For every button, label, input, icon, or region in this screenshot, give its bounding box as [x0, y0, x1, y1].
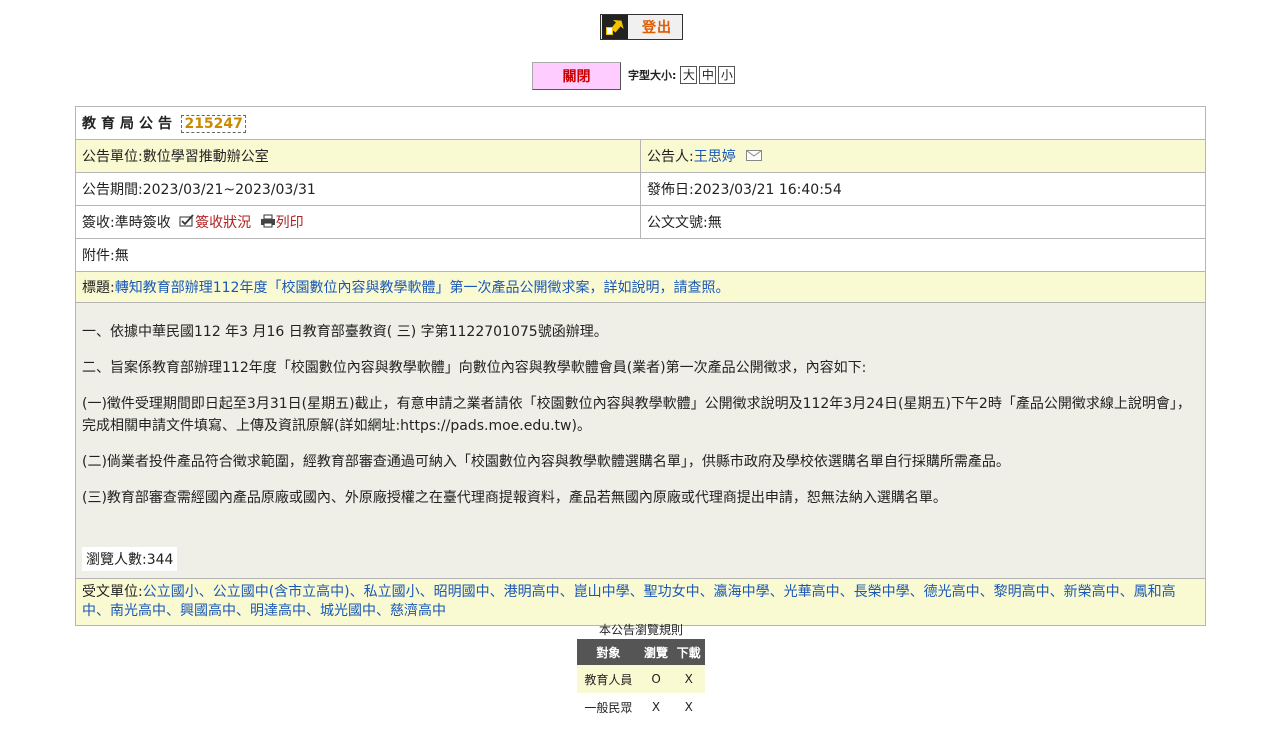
attachment-row: 附件:無	[75, 238, 1206, 272]
subject-row: 標題:轉知教育部辦理112年度「校園數位內容與教學軟體」第一次產品公開徵求案，詳…	[75, 271, 1206, 303]
doc-no-value: 無	[707, 215, 722, 231]
publisher-label: 公告人:	[647, 149, 694, 165]
body-paragraph: (一)徵件受理期間即日起至3月31日(星期五)截止，有意申請之業者請依「校園數位…	[82, 396, 1191, 434]
attachment-value: 無	[114, 248, 129, 264]
period-label: 公告期間:	[82, 182, 143, 198]
notice-caption: 教育局公告	[82, 116, 177, 132]
unit-label: 公告單位:	[82, 149, 143, 165]
doc-no-label: 公文文號:	[647, 215, 708, 231]
close-button[interactable]: 關閉	[532, 62, 621, 90]
notice-table: 教育局公告 215247 公告單位:數位學習推動辦公室 公告人:王思婷 公告期間…	[75, 106, 1206, 626]
unit-row: 公告單位:數位學習推動辦公室 公告人:王思婷	[75, 139, 1206, 173]
logout-icon	[602, 15, 628, 39]
unit-value: 數位學習推動辦公室	[142, 149, 269, 165]
body-paragraph: 二、旨案係教育部辦理112年度「校園數位內容與教學軟體」向數位內容與教學軟體會員…	[82, 360, 867, 376]
browse-rules: 本公告瀏覽規則 對象 瀏覽 下載 教育人員 O X 一般民眾 X X	[577, 621, 705, 721]
table-row: 一般民眾 X X	[577, 693, 705, 721]
body-paragraph: (二)倘業者投件產品符合徵求範圍，經教育部審查通過可納入「校園數位內容與教學軟體…	[82, 454, 1010, 470]
receipt-row: 簽收:準時簽收 簽收狀況 列印 公文文號:無	[75, 205, 1206, 239]
receipt-value: 準時簽收	[114, 215, 171, 231]
receipt-status-icon	[179, 214, 195, 232]
period-row: 公告期間:2023/03/21~2023/03/31 發佈日:2023/03/2…	[75, 172, 1206, 206]
subject-label: 標題:	[82, 280, 115, 296]
body-row: 一、依據中華民國112 年3 月16 日教育部臺教資( 三) 字第1122701…	[75, 302, 1206, 579]
printer-icon[interactable]	[260, 214, 276, 232]
logout-button[interactable]: 登出	[600, 14, 683, 40]
font-size-label: 字型大小:	[628, 69, 677, 82]
rules-cell: X	[639, 693, 673, 721]
view-count: 瀏覽人數:344	[82, 547, 178, 571]
notice-id: 215247	[181, 115, 246, 133]
rules-cell: X	[672, 665, 705, 693]
receipt-status-link[interactable]: 簽收狀況	[195, 215, 251, 231]
body-paragraph: 一、依據中華民國112 年3 月16 日教育部臺教資( 三) 字第1122701…	[82, 324, 608, 340]
browse-rules-caption: 本公告瀏覽規則	[598, 623, 683, 637]
mail-icon[interactable]	[746, 149, 763, 165]
subject-value: 轉知教育部辦理112年度「校園數位內容與教學軟體」第一次產品公開徵求案，詳如說明…	[114, 280, 730, 296]
rules-cell: 教育人員	[577, 665, 640, 693]
font-size-medium-button[interactable]: 中	[699, 66, 717, 84]
table-row: 教育人員 O X	[577, 665, 705, 693]
body-paragraph: (三)教育部審查需經國內產品原廠或國內、外原廠授權之在臺代理商提報資料，產品若無…	[82, 490, 947, 506]
rules-cell: O	[639, 665, 673, 693]
rules-header: 下載	[672, 639, 705, 665]
view-count-value: 344	[146, 552, 174, 568]
receipt-label: 簽收:	[82, 215, 115, 231]
view-count-label: 瀏覽人數:	[86, 552, 147, 568]
font-size-large-button[interactable]: 大	[680, 66, 698, 84]
logout-label: 登出	[642, 20, 672, 36]
rules-cell: 一般民眾	[577, 693, 640, 721]
recipients-row: 受文單位:公立國小、公立國中(含市立高中)、私立國小、昭明國中、港明高中、崑山中…	[75, 578, 1206, 626]
publish-date-value: 2023/03/21 16:40:54	[693, 182, 842, 198]
publish-date-label: 發佈日:	[647, 182, 694, 198]
print-link[interactable]: 列印	[276, 215, 304, 231]
rules-header: 對象	[577, 639, 640, 665]
font-size-control: 字型大小: 大 中 小	[628, 65, 736, 85]
browse-rules-table: 對象 瀏覽 下載 教育人員 O X 一般民眾 X X	[577, 639, 705, 721]
recipients-value: 公立國小、公立國中(含市立高中)、私立國小、昭明國中、港明高中、崑山中學、聖功女…	[82, 584, 1176, 619]
period-value: 2023/03/21~2023/03/31	[142, 182, 316, 198]
font-size-small-button[interactable]: 小	[718, 66, 736, 84]
rules-cell: X	[672, 693, 705, 721]
publisher-link[interactable]: 王思婷	[694, 149, 736, 165]
attachment-label: 附件:	[82, 248, 115, 264]
notice-body: 一、依據中華民國112 年3 月16 日教育部臺教資( 三) 字第1122701…	[75, 302, 1206, 579]
recipients-label: 受文單位:	[82, 584, 143, 600]
notice-title-row: 教育局公告 215247	[75, 106, 1206, 140]
rules-header: 瀏覽	[639, 639, 673, 665]
